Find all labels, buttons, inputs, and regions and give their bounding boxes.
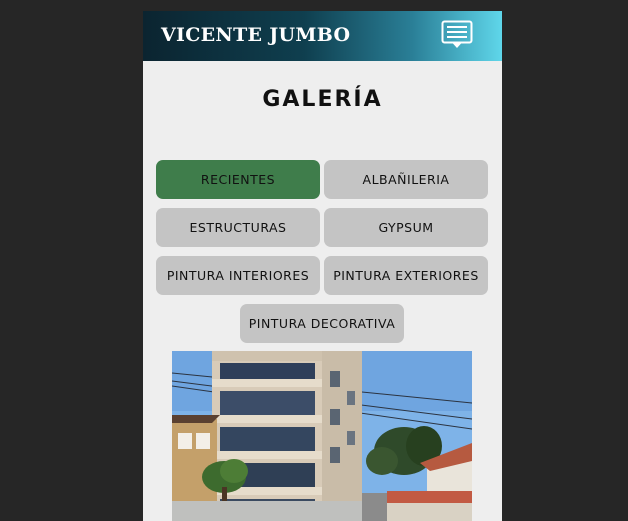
filter-pintura-exteriores-button[interactable]: PINTURA EXTERIORES <box>324 256 488 295</box>
mobile-page: VICENTE JUMBO GALERÍA RECIENTES ALBAÑILE… <box>143 11 502 521</box>
filter-pintura-interiores-button[interactable]: PINTURA INTERIORES <box>156 256 320 295</box>
page-title: GALERÍA <box>262 87 383 112</box>
message-menu-icon[interactable] <box>441 20 473 50</box>
site-header: VICENTE JUMBO <box>143 11 502 61</box>
filter-recientes-button[interactable]: RECIENTES <box>156 160 320 199</box>
gallery-photo[interactable] <box>172 351 472 521</box>
filter-estructuras-button[interactable]: ESTRUCTURAS <box>156 208 320 247</box>
filter-gypsum-button[interactable]: GYPSUM <box>324 208 488 247</box>
brand-logo[interactable]: VICENTE JUMBO <box>161 24 350 46</box>
filter-albanileria-button[interactable]: ALBAÑILERIA <box>324 160 488 199</box>
filter-pintura-decorativa-button[interactable]: PINTURA DECORATIVA <box>240 304 404 343</box>
